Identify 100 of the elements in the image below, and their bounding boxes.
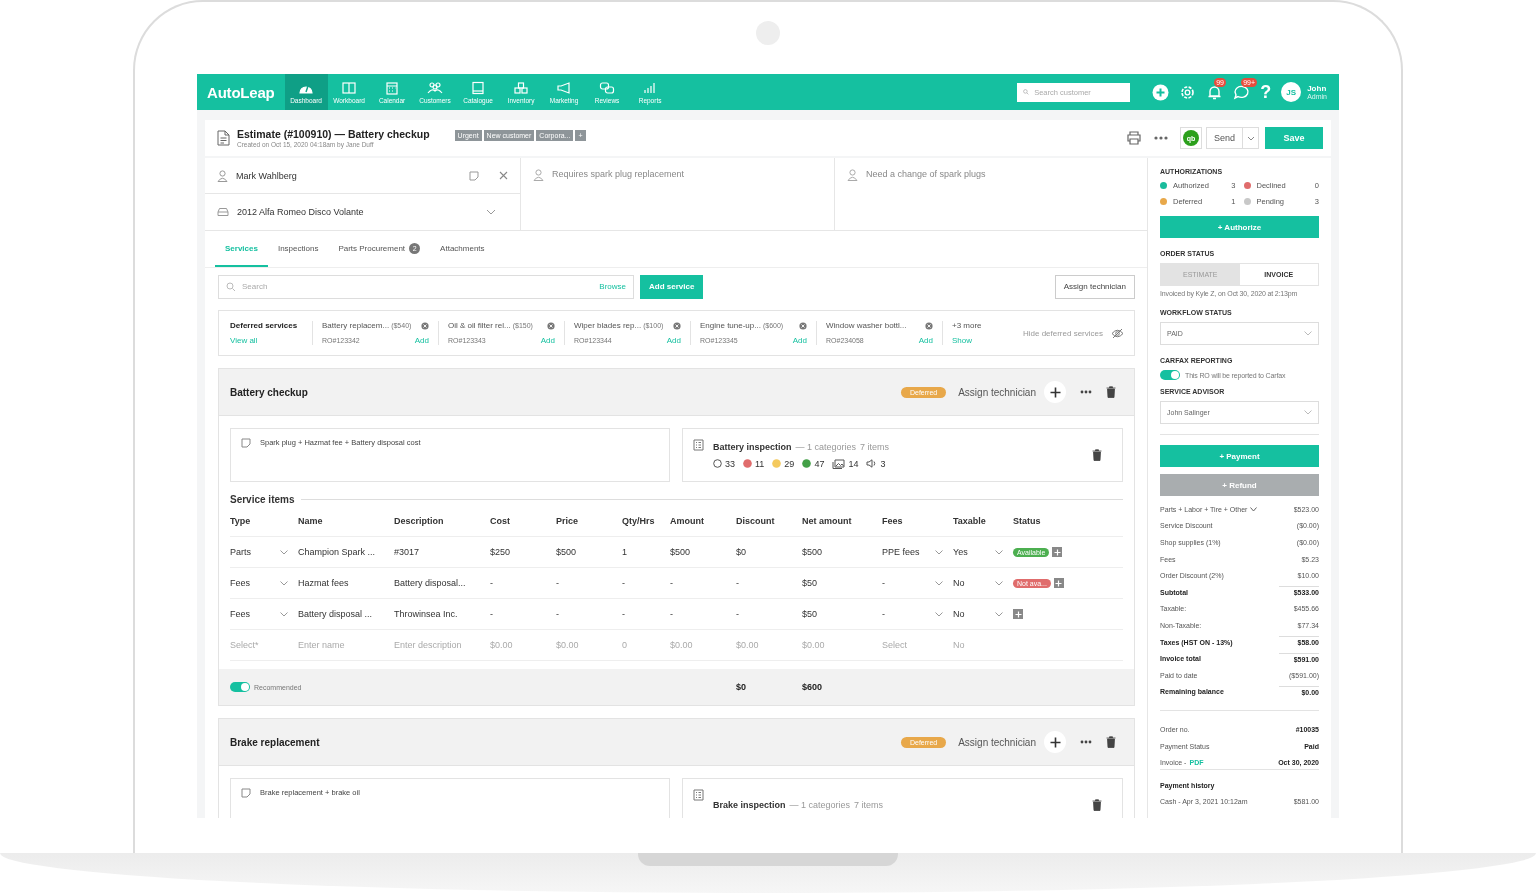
browse-link[interactable]: Browse (599, 282, 626, 291)
remove-icon[interactable] (421, 321, 429, 330)
chevron-down-icon[interactable] (995, 549, 1003, 555)
inspection-box[interactable]: Battery inspection — 1 categories 7 items 33 11 29 47 14 3 (682, 428, 1123, 482)
hide-deferred-link[interactable]: Hide deferred services (1022, 328, 1103, 338)
add-technician-button[interactable] (1044, 381, 1066, 403)
tab[interactable]: Services (215, 231, 268, 267)
tab[interactable]: Attachments (430, 231, 495, 267)
more-icon[interactable] (1154, 136, 1168, 140)
table-cell: - (622, 609, 625, 619)
chat-icon[interactable] (1233, 83, 1251, 101)
inspection-title[interactable]: Battery inspection (713, 441, 792, 452)
chevron-down-icon (1250, 506, 1258, 512)
send-button[interactable]: Send (1206, 127, 1259, 149)
input-field[interactable]: Enter name (298, 640, 388, 650)
remove-icon[interactable] (799, 321, 807, 330)
carfax-toggle[interactable] (1160, 370, 1180, 380)
table-cell: Champion Spark ... (298, 547, 376, 557)
table-cell[interactable]: - (882, 578, 885, 588)
input-field[interactable]: $0.00 (736, 640, 796, 650)
person-icon (217, 169, 228, 182)
trash-icon[interactable] (1106, 386, 1116, 398)
chevron-down-icon[interactable] (280, 611, 288, 617)
column-header: Cost (490, 516, 511, 526)
assign-technician-link[interactable]: Assign technician (958, 736, 1036, 748)
inspection-item-count: 7 items (854, 800, 884, 810)
help-icon[interactable]: ? (1260, 83, 1272, 101)
show-link[interactable]: Show (952, 336, 998, 345)
input-field[interactable]: No (953, 640, 1007, 650)
tab[interactable]: Inspections (267, 231, 329, 267)
add-link[interactable]: Add (792, 336, 807, 345)
user-avatar[interactable]: JS (1281, 82, 1302, 102)
remove-icon[interactable] (925, 321, 933, 330)
search-box[interactable]: Search Browse (218, 274, 634, 299)
add-service-button[interactable]: Add service (640, 274, 704, 299)
assign-technician-link[interactable]: Assign technician (958, 386, 1036, 398)
table-cell[interactable]: PPE fees (882, 547, 920, 557)
table-cell: - (490, 609, 493, 619)
more-icon[interactable] (1080, 740, 1092, 744)
add-link[interactable]: Add (540, 336, 555, 345)
chevron-down-icon[interactable] (486, 209, 496, 215)
add-button[interactable] (1052, 547, 1063, 557)
recommended-toggle[interactable] (230, 682, 250, 692)
table-cell[interactable]: Parts (230, 547, 251, 557)
table-cell: $50 (802, 578, 818, 588)
settings-icon[interactable] (1179, 83, 1197, 101)
table-cell[interactable]: No (953, 578, 965, 588)
trash-icon[interactable] (1092, 799, 1102, 811)
add-link[interactable]: Add (414, 336, 429, 345)
note-icon[interactable] (469, 170, 479, 181)
vehicle-name[interactable]: 2012 Alfa Romeo Disco Volante (237, 207, 364, 217)
chevron-down-icon[interactable] (280, 549, 288, 555)
inspection-box[interactable]: Brake inspection — 1 categories 7 items (682, 778, 1123, 818)
save-button[interactable]: Save (1265, 127, 1323, 149)
close-icon[interactable] (499, 171, 508, 180)
chevron-down-icon[interactable] (935, 580, 943, 586)
search-input[interactable]: Search (242, 275, 594, 298)
eye-slash-icon[interactable] (1111, 327, 1124, 339)
trash-icon[interactable] (1092, 449, 1102, 461)
more-icon[interactable] (1080, 390, 1092, 394)
chevron-down-icon[interactable] (280, 580, 288, 586)
inspection-title[interactable]: Brake inspection (713, 800, 786, 810)
remove-icon[interactable] (673, 321, 681, 330)
bell-icon[interactable] (1206, 83, 1224, 101)
table-cell[interactable]: Fees (230, 609, 250, 619)
authorize-button[interactable]: + Authorize (1160, 216, 1319, 238)
customer-name[interactable]: Mark Wahlberg (236, 170, 297, 181)
chevron-down-icon[interactable] (995, 611, 1003, 617)
table-cell[interactable]: Yes (953, 547, 968, 557)
input-field[interactable]: $0.00 (670, 640, 730, 650)
remove-icon[interactable] (547, 321, 555, 330)
chevron-down-icon[interactable] (935, 611, 943, 617)
book-icon (470, 80, 487, 95)
input-field[interactable]: Select (882, 640, 947, 650)
inspection-count: 3 (880, 458, 886, 469)
deferred-service-name: Window washer bottl... (826, 321, 907, 330)
input-field[interactable]: $0.00 (802, 640, 876, 650)
printer-icon[interactable] (1126, 131, 1142, 145)
input-field[interactable]: Select* (230, 640, 292, 650)
input-field[interactable]: 0 (622, 640, 664, 650)
add-button[interactable] (1053, 578, 1064, 588)
view-all-link[interactable]: View all (230, 336, 303, 345)
deferred-service-name: Battery replacem... (322, 321, 390, 330)
chevron-down-icon[interactable] (935, 549, 943, 555)
add-technician-button[interactable] (1044, 731, 1066, 753)
add-link[interactable]: Add (918, 336, 933, 345)
assign-technician-button[interactable]: Assign technician (1054, 274, 1135, 299)
table-cell[interactable]: No (953, 609, 965, 619)
payment-button[interactable]: + Payment (1160, 445, 1319, 467)
add-icon[interactable] (1152, 83, 1170, 101)
add-link[interactable]: Add (666, 336, 681, 345)
input-field[interactable]: $0.00 (556, 640, 616, 650)
app-logo[interactable]: AutoLeap (207, 83, 275, 101)
input-field[interactable]: Enter description (394, 640, 484, 650)
table-cell[interactable]: Fees (230, 578, 250, 588)
add-button[interactable] (1013, 609, 1023, 619)
input-field[interactable]: $0.00 (490, 640, 550, 650)
trash-icon[interactable] (1106, 736, 1116, 748)
table-cell[interactable]: - (882, 609, 885, 619)
chevron-down-icon[interactable] (995, 580, 1003, 586)
